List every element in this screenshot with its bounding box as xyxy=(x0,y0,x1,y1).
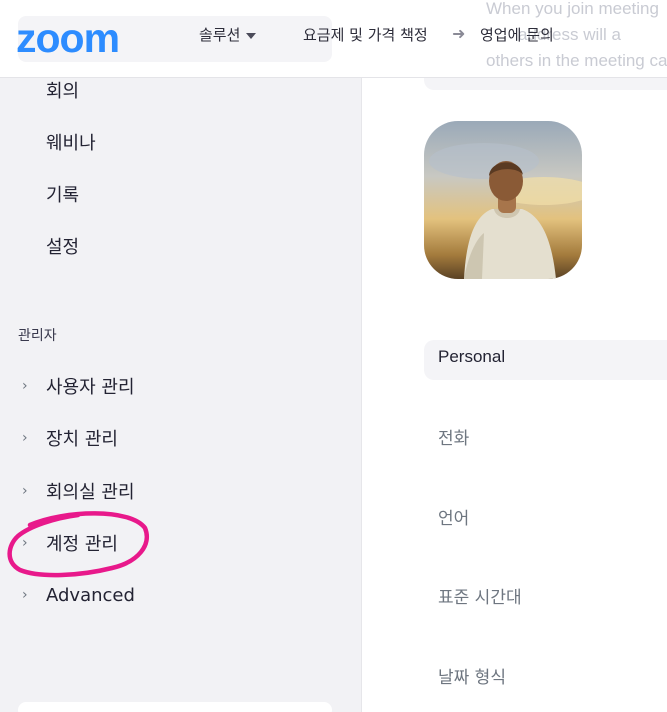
sidebar-item-user-management[interactable]: › 사용자 관리 xyxy=(22,373,135,399)
sidebar-item-account-management[interactable]: › 계정 관리 xyxy=(22,530,118,556)
setting-language-label: 언어 xyxy=(438,509,470,529)
sidebar-item-label: 회의실 관리 xyxy=(46,482,135,503)
person-photo-icon xyxy=(429,143,582,279)
nav-pricing[interactable]: 요금제 및 가격 책정 xyxy=(303,24,428,46)
chevron-right-icon: › xyxy=(22,587,28,603)
arrow-right-icon: ➜ xyxy=(452,24,466,43)
chevron-right-icon: › xyxy=(22,483,28,499)
chevron-right-icon: › xyxy=(22,430,28,446)
sidebar: 회의 웨비나 기록 설정 관리자 › 사용자 관리 › 장치 관리 › 회의실 … xyxy=(0,0,362,712)
sidebar-item-meetings[interactable]: 회의 xyxy=(46,80,79,104)
setting-timezone-label: 표준 시간대 xyxy=(438,588,522,608)
chevron-right-icon: › xyxy=(22,378,28,394)
profile-avatar[interactable] xyxy=(424,121,582,279)
sidebar-item-label: 장치 관리 xyxy=(46,429,118,450)
tab-personal[interactable]: Personal xyxy=(424,340,667,380)
zoom-logo[interactable]: zoom xyxy=(16,16,120,60)
sidebar-item-label: 계정 관리 xyxy=(46,534,118,555)
sidebar-item-device-management[interactable]: › 장치 관리 xyxy=(22,425,118,451)
setting-phone-label: 전화 xyxy=(438,429,470,449)
sidebar-item-webinars[interactable]: 웨비나 xyxy=(46,132,96,156)
sidebar-item-label: 사용자 관리 xyxy=(46,377,135,398)
nav-solutions-label: 솔루션 xyxy=(199,26,241,44)
setting-date-format-label: 날짜 형식 xyxy=(438,668,506,688)
chevron-right-icon: › xyxy=(22,535,28,551)
caret-down-icon xyxy=(246,32,257,39)
nav-contact-sales[interactable]: 영업에 문의 xyxy=(480,24,554,46)
content-top-panel xyxy=(424,78,667,90)
admin-section-label: 관리자 xyxy=(18,328,57,344)
sidebar-item-room-management[interactable]: › 회의실 관리 xyxy=(22,478,135,504)
sidebar-item-settings[interactable]: 설정 xyxy=(46,236,79,260)
top-header: When you join meeting address will a oth… xyxy=(0,0,667,78)
nav-solutions[interactable]: 솔루션 xyxy=(199,24,257,46)
sidebar-item-recordings[interactable]: 기록 xyxy=(46,184,79,208)
sidebar-bottom-panel xyxy=(18,702,332,712)
sidebar-item-advanced[interactable]: › Advanced xyxy=(22,582,135,608)
sidebar-item-label: Advanced xyxy=(46,584,135,606)
